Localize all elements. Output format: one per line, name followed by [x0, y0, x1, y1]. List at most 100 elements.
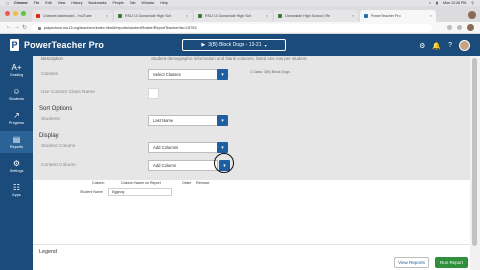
search-icon[interactable]: ⚲	[471, 1, 474, 5]
menu-item[interactable]: Chrome	[14, 1, 28, 5]
forward-icon[interactable]: →	[14, 24, 20, 30]
nav-label: Grading	[9, 73, 24, 77]
students-sort-select[interactable]: Last Name	[148, 115, 225, 126]
chevron-down-icon: ▾	[264, 42, 267, 48]
nav-item-grading[interactable]: A+ Grading	[0, 59, 33, 81]
run-report-button[interactable]: Run Report	[435, 257, 468, 268]
settings-icon: ⚙	[12, 159, 21, 168]
tab-label: Channel dashboard - YouTube	[43, 14, 92, 18]
student-column-select[interactable]: Add Columns	[148, 142, 225, 153]
powerteacher-logo: P	[10, 39, 19, 51]
close-icon[interactable]: ×	[106, 14, 108, 18]
close-icon[interactable]: ×	[352, 14, 354, 18]
apple-icon[interactable]: 	[6, 1, 9, 6]
menu-item[interactable]: Help	[160, 1, 167, 5]
close-icon[interactable]: ×	[266, 14, 268, 18]
tab-label: RSU 13 Oceanside High Sch	[205, 14, 252, 18]
nav-item-students[interactable]: ☺ Students	[0, 83, 33, 105]
tab-label: PowerTeacher Pro	[371, 14, 401, 18]
content-column-label: Content Column	[41, 163, 76, 168]
description-label: Description	[41, 56, 63, 61]
browser-tab[interactable]: Oceanside High School | Re ×	[274, 10, 358, 22]
left-navigation: A+ Grading ☺ Students ↗ Progress ▤ Repor…	[0, 56, 33, 270]
column-header: Order	[182, 181, 192, 185]
maximize-window-icon[interactable]	[21, 11, 26, 16]
app-title: PowerTeacher Pro	[24, 40, 104, 50]
legend-heading: Legend	[39, 249, 57, 255]
url-text: playschool.rsu13.org/teachers/index.html…	[44, 26, 197, 30]
nav-item-reports[interactable]: ▤ Reports	[0, 131, 33, 153]
classes-select[interactable]: Select Classes	[148, 69, 225, 80]
classes-label: Classes	[41, 72, 59, 77]
description-text: Student demographic information and blan…	[151, 56, 308, 61]
account-avatar[interactable]	[467, 24, 474, 31]
nav-item-progress[interactable]: ↗ Progress	[0, 107, 33, 129]
url-input[interactable]: playschool.rsu13.org/teachers/index.html…	[32, 24, 432, 32]
reports-icon: ▤	[12, 135, 21, 144]
nav-label: Settings	[9, 169, 24, 173]
chevron-down-icon[interactable]: ▾	[217, 142, 228, 153]
tab-label: RSU 13 Oceanside High Sch	[125, 14, 172, 18]
menu-item[interactable]: Window	[142, 1, 155, 5]
column-name-input[interactable]: Eggnog	[108, 188, 172, 196]
reload-icon[interactable]: ↻	[22, 24, 27, 31]
minimize-window-icon[interactable]	[13, 11, 18, 16]
site-icon	[118, 14, 122, 18]
students-icon: ☺	[12, 87, 21, 96]
classes-note: 1 Class: 3(B) Block Dogs	[250, 70, 290, 74]
browser-tab[interactable]: RSU 13 Oceanside High Sch ×	[194, 10, 272, 22]
custom-class-name-checkbox[interactable]	[148, 88, 159, 99]
wifi-icon[interactable]: ≈	[429, 1, 431, 5]
student-column-label: Student Column	[41, 144, 76, 149]
menu-item[interactable]: Bookmarks	[89, 1, 107, 5]
menu-item[interactable]: Edit	[45, 1, 51, 5]
scrollbar-thumb[interactable]	[472, 58, 477, 246]
close-icon[interactable]: ×	[186, 14, 188, 18]
back-icon[interactable]: ←	[6, 24, 12, 30]
notification-bell-icon[interactable]: 🔔	[432, 42, 441, 50]
column-header: Remove	[196, 181, 210, 185]
clock[interactable]: Mon 12:26 PM	[443, 1, 466, 5]
progress-icon: ↗	[13, 111, 20, 120]
apps-icon: ☷	[12, 183, 21, 192]
youtube-icon	[36, 14, 40, 18]
menu-item[interactable]: File	[34, 1, 40, 5]
browser-tab[interactable]: RSU 13 Oceanside High Sch ×	[114, 10, 192, 22]
chevron-down-icon[interactable]: ▾	[217, 115, 228, 126]
nav-label: Apps	[12, 193, 21, 197]
user-avatar[interactable]	[459, 40, 470, 51]
chevron-down-icon[interactable]: ▾	[217, 69, 228, 80]
settings-gear-icon[interactable]: ⚙	[419, 42, 425, 50]
star-icon[interactable]	[447, 25, 452, 30]
nav-label: Reports	[9, 145, 24, 149]
site-icon	[198, 14, 202, 18]
battery-icon[interactable]: ▮	[436, 1, 438, 5]
tab-label: Oceanside High School | Re	[285, 14, 331, 18]
profile-avatar[interactable]	[468, 11, 476, 19]
menu-item[interactable]: View	[58, 1, 66, 5]
sort-options-heading: Sort Options	[39, 106, 73, 112]
help-icon[interactable]: ?	[448, 42, 452, 49]
site-icon	[278, 14, 282, 18]
play-icon: ▶	[201, 42, 206, 48]
menu-item[interactable]: Tab	[130, 1, 136, 5]
nav-item-settings[interactable]: ⚙ Settings	[0, 155, 33, 177]
close-icon[interactable]: ×	[430, 14, 432, 18]
app-header: P PowerTeacher Pro ▶ 3(B) Block Dogs - 1…	[0, 34, 480, 56]
display-heading: Display	[39, 133, 59, 139]
nav-item-apps[interactable]: ☷ Apps	[0, 179, 33, 201]
column-header: Column Name on Report	[121, 181, 161, 185]
lock-icon	[38, 26, 41, 30]
class-selector[interactable]: ▶ 3(B) Block Dogs - 13-21 ▾	[182, 39, 286, 51]
menu-item[interactable]: History	[71, 1, 82, 5]
custom-class-name-label: Use Custom Class Name	[41, 90, 95, 95]
powerteacher-icon	[364, 14, 368, 18]
browser-tab[interactable]: Channel dashboard - YouTube ×	[32, 10, 112, 22]
browser-tab-active[interactable]: PowerTeacher Pro ×	[360, 10, 436, 22]
extension-icon[interactable]	[457, 25, 462, 30]
view-reports-button[interactable]: View Reports	[394, 257, 429, 268]
window-controls	[5, 11, 26, 16]
menu-item[interactable]: People	[113, 1, 124, 5]
content-column-select[interactable]: Add Column	[148, 160, 218, 171]
close-window-icon[interactable]	[5, 11, 10, 16]
